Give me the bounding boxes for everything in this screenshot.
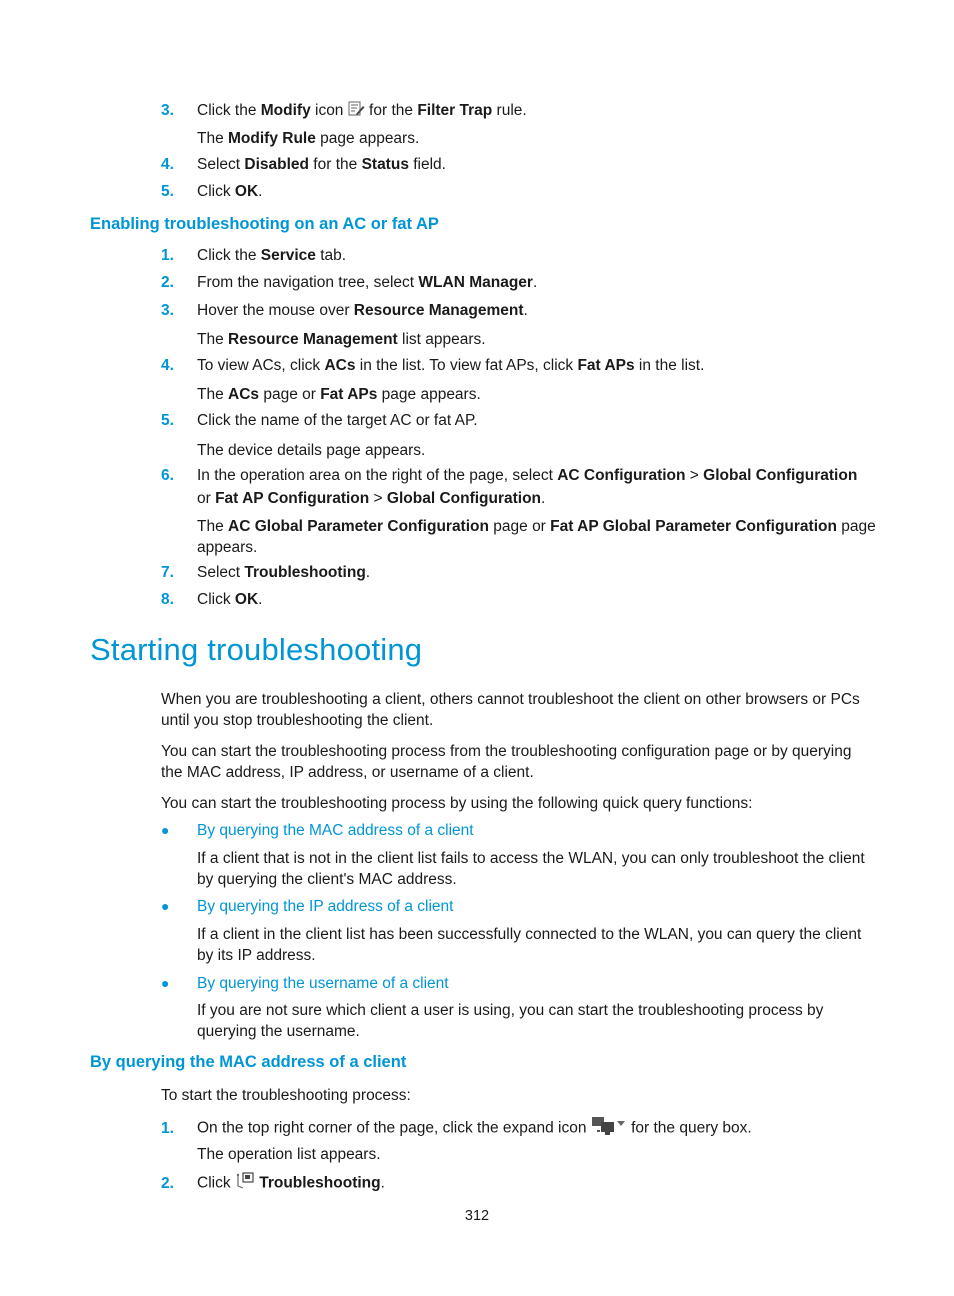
paragraph: When you are troubleshooting a client, o… (161, 691, 860, 729)
troubleshooting-icon (235, 1172, 255, 1195)
step-1-service-tab: 1. Click the Service tab. (161, 247, 347, 264)
bullet-icon: ● (161, 822, 170, 838)
step-note: The Resource Management list appears. (197, 331, 486, 348)
step-note: The ACs page or Fat APs page appears. (197, 386, 481, 403)
bullet-description: If a client in the client list has been … (197, 926, 862, 964)
step-6-global-configuration: 6. In the operation area on the right of … (161, 467, 858, 484)
step-note: The AC Global Parameter Configuration pa… (197, 518, 876, 535)
section-heading-query-mac: By querying the MAC address of a client (90, 1053, 407, 1071)
step-3-resource-management: 3. Hover the mouse over Resource Manageme… (161, 302, 528, 319)
step-4-acs-fat-aps: 4. To view ACs, click ACs in the list. To… (161, 357, 705, 374)
step-note-continuation: appears. (197, 539, 258, 556)
paragraph: You can start the troubleshooting proces… (161, 743, 852, 781)
bullet-description: If a client that is not in the client li… (197, 850, 865, 888)
paragraph: You can start the troubleshooting proces… (161, 795, 753, 812)
link-query-mac[interactable]: By querying the MAC address of a client (197, 820, 474, 841)
link-query-username[interactable]: By querying the username of a client (197, 973, 449, 994)
step-2-wlan-manager: 2. From the navigation tree, select WLAN … (161, 274, 538, 291)
step-number: 3. (161, 102, 174, 120)
modify-icon (348, 101, 365, 121)
page-number: 312 (464, 1208, 490, 1224)
step-note: The Modify Rule page appears. (197, 130, 420, 147)
step-6-continuation: or Fat AP Configuration > Global Configu… (197, 490, 546, 507)
expand-query-icon (591, 1116, 627, 1141)
step-note: The device details page appears. (197, 442, 426, 459)
section-heading-enabling-troubleshooting: Enabling troubleshooting on an AC or fat… (90, 215, 439, 233)
step-5-target-device: 5. Click the name of the target AC or fat… (161, 412, 478, 429)
bullet-description: If you are not sure which client a user … (197, 1002, 824, 1040)
step-3-modify: 3. Click the Modify icon for the Filter T… (161, 101, 527, 121)
bullet-icon: ● (161, 898, 170, 914)
paragraph: To start the troubleshooting process: (161, 1087, 411, 1104)
step-8-click-ok: 8. Click OK. (161, 591, 263, 608)
step-4-select-disabled: 4. Select Disabled for the Status field. (161, 156, 446, 173)
link-query-ip[interactable]: By querying the IP address of a client (197, 896, 453, 917)
step-note: The operation list appears. (197, 1146, 381, 1163)
bullet-icon: ● (161, 975, 170, 991)
section-heading-starting-troubleshooting: Starting troubleshooting (90, 632, 423, 667)
step-7-select-troubleshooting: 7. Select Troubleshooting. (161, 564, 371, 581)
step-5-click-ok: 5. Click OK. (161, 183, 263, 200)
step-1-expand-icon: 1. On the top right corner of the page, c… (161, 1116, 752, 1141)
step-2-click-troubleshooting: 2. Click Troubleshooting. (161, 1172, 385, 1195)
